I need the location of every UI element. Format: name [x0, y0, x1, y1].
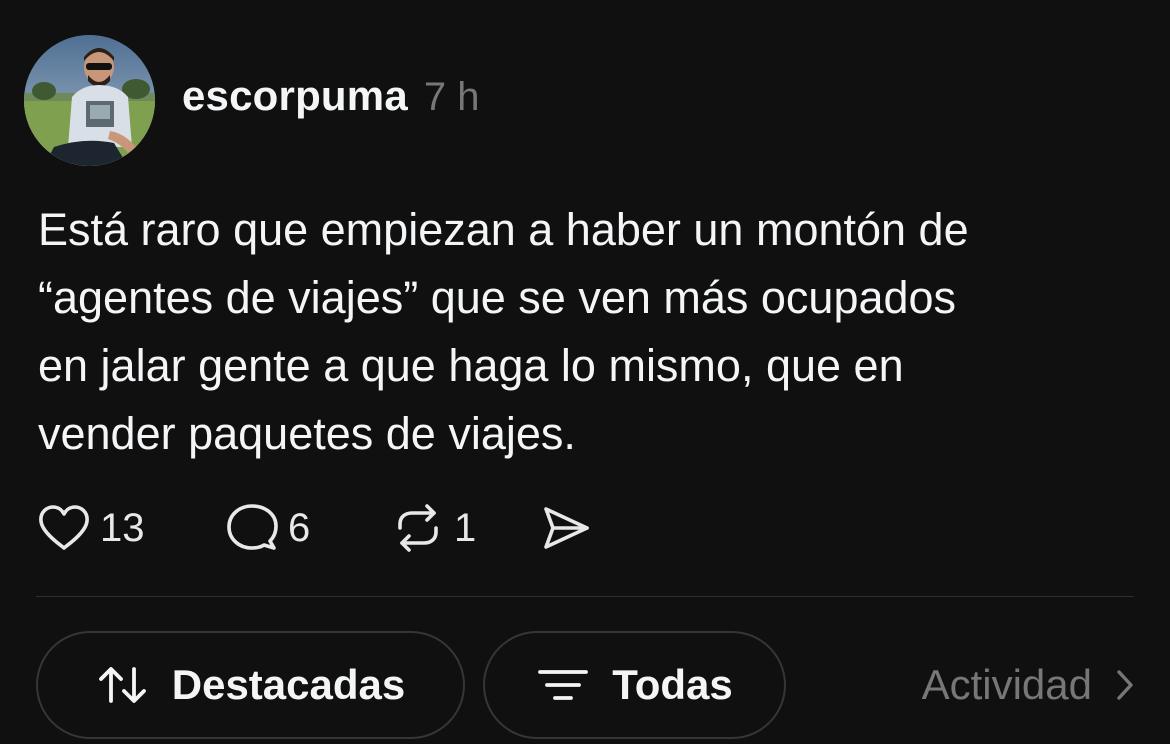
post-text-line: “agentes de viajes” que se ven más ocupa…	[38, 272, 957, 323]
all-filter-label: Todas	[612, 661, 733, 708]
activity-label: Actividad	[921, 661, 1092, 708]
reply-count: 6	[288, 505, 311, 550]
share-button[interactable]	[540, 496, 592, 560]
post-timestamp: 7 h	[423, 75, 480, 119]
post-header: escorpuma 7 h	[182, 72, 480, 128]
featured-filter-label: Destacadas	[171, 661, 406, 708]
repost-count: 1	[454, 505, 477, 550]
post-action-bar: 13 6 1	[36, 496, 592, 560]
comment-bubble-icon	[227, 504, 278, 550]
featured-filter-button[interactable]: Destacadas	[36, 631, 465, 739]
chevron-right-icon	[1117, 670, 1133, 700]
reply-button[interactable]: 6	[224, 496, 390, 560]
post-text-line: Está raro que empiezan a haber un montón…	[38, 204, 969, 255]
post-text-line: en jalar gente a que haga lo mismo, que …	[38, 340, 904, 391]
heart-icon	[39, 505, 89, 550]
author-avatar[interactable]	[24, 35, 155, 166]
filter-lines-icon	[538, 670, 589, 700]
author-username[interactable]: escorpuma	[182, 72, 408, 120]
repost-button[interactable]: 1	[390, 496, 540, 560]
repost-arrows-icon	[398, 504, 438, 552]
like-button[interactable]: 13	[36, 496, 224, 560]
like-count: 13	[100, 505, 145, 550]
post-text-line: vender paquetes de viajes.	[38, 408, 576, 459]
divider	[36, 596, 1134, 597]
sort-arrows-icon	[98, 667, 146, 703]
post-body: Está raro que empiezan a haber un montón…	[38, 196, 1138, 468]
activity-link[interactable]: Actividad	[922, 631, 1134, 739]
all-filter-button[interactable]: Todas	[483, 631, 786, 739]
avatar-photo	[24, 35, 155, 166]
send-paper-plane-icon	[544, 507, 589, 549]
